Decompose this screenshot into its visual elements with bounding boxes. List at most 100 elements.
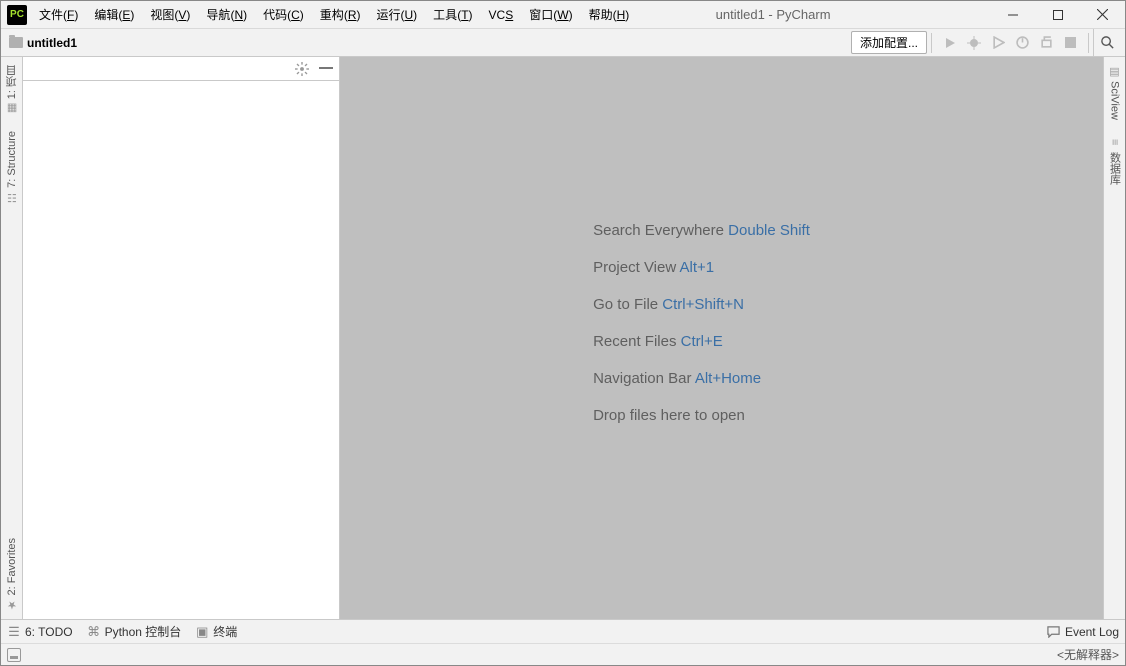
menu-run[interactable]: 运行(U) [369,3,424,26]
close-button[interactable] [1080,1,1125,29]
menu-label: 文件 [39,8,63,22]
tip-project-view: Project View Alt+1 [593,259,810,276]
mnemonic: N [234,8,243,22]
breadcrumb[interactable]: untitled1 [5,36,77,50]
tab-todo[interactable]: ☰ 6: TODO [7,624,73,640]
run-coverage-icon[interactable] [990,35,1006,51]
tab-sciview[interactable]: ▤ SciView [1107,57,1123,128]
mnemonic: H [617,8,626,22]
python-icon: ⌘ [87,624,101,640]
tab-structure[interactable]: ☷ 7: Structure [4,123,20,212]
tool-windows-icon [7,648,21,662]
interpreter-status[interactable]: <无解释器> [1057,646,1119,663]
search-everywhere-button[interactable] [1093,29,1121,57]
hide-panel-icon[interactable] [319,67,333,70]
right-tool-strip: ▤ SciView ≡ 数据库 [1103,57,1125,619]
tab-python-console[interactable]: ⌘ Python 控制台 [87,623,182,640]
tip-shortcut: Alt+Home [695,370,761,387]
tip-search-everywhere: Search Everywhere Double Shift [593,222,810,239]
menu-vcs[interactable]: VCS [482,5,521,25]
tab-favorites[interactable]: ★ 2: Favorites [4,530,20,619]
tip-recent-files: Recent Files Ctrl+E [593,333,810,350]
close-icon [1097,9,1108,20]
tab-database[interactable]: ≡ 数据库 [1105,128,1125,193]
mnemonic: R [348,8,357,22]
main-content: ▦ 1: 项目 ☷ 7: Structure ★ 2: Favorites Se… [1,57,1125,619]
navigation-bar: untitled1 添加配置... [1,29,1125,57]
menu-file[interactable]: 文件(F) [32,3,85,26]
breadcrumb-project: untitled1 [27,36,77,50]
mnemonic: U [405,8,414,22]
project-panel [23,57,340,619]
tip-drop-files: Drop files here to open [593,407,810,424]
tab-project[interactable]: ▦ 1: 项目 [2,57,22,123]
project-panel-header [23,57,339,81]
menu-label: VCS [489,8,514,22]
tip-label: Project View [593,259,676,276]
tab-label: SciView [1109,81,1121,120]
mnemonic: F [67,8,74,22]
menu-label: 窗口 [529,8,553,22]
menu-tools[interactable]: 工具(T) [426,3,479,26]
menu-view[interactable]: 视图(V) [143,3,197,26]
tab-terminal[interactable]: ▣ 终端 [195,623,237,640]
run-config-selector[interactable]: 添加配置... [851,31,927,54]
tip-label: Drop files here to open [593,407,745,424]
left-tool-strip: ▦ 1: 项目 ☷ 7: Structure ★ 2: Favorites [1,57,23,619]
run-toolbar [936,35,1084,51]
menu-label: 工具 [433,8,457,22]
terminal-icon: ▣ [195,624,209,640]
menu-label: 重构 [320,8,344,22]
search-icon [1100,35,1115,50]
maximize-icon [1053,10,1063,20]
mnemonic: T [461,8,468,22]
menu-edit[interactable]: 编辑(E) [87,3,141,26]
star-icon: ★ [6,599,18,611]
editor-tips: Search Everywhere Double Shift Project V… [593,222,850,454]
separator [1088,33,1089,53]
bottom-toolbar: ☰ 6: TODO ⌘ Python 控制台 ▣ 终端 Event Log [1,619,1125,643]
stop-icon[interactable] [1062,35,1078,51]
tab-event-log[interactable]: Event Log [1047,625,1119,639]
menu-refactor[interactable]: 重构(R) [313,3,368,26]
title-bar: PC 文件(F) 编辑(E) 视图(V) 导航(N) 代码(C) 重构(R) 运… [1,1,1125,29]
tip-go-to-file: Go to File Ctrl+Shift+N [593,296,810,313]
event-log-icon [1047,625,1061,638]
window-controls [990,1,1125,29]
menu-window[interactable]: 窗口(W) [522,3,579,26]
tip-shortcut: Ctrl+E [681,333,723,350]
menu-code[interactable]: 代码(C) [256,3,311,26]
menu-label: 导航 [206,8,230,22]
profile-icon[interactable] [1014,35,1030,51]
status-left[interactable] [7,648,25,662]
tip-label: Go to File [593,296,658,313]
menu-label: 帮助 [589,8,613,22]
project-tree-empty [23,81,339,619]
attach-icon[interactable] [1038,35,1054,51]
tip-label: Recent Files [593,333,676,350]
window-title: untitled1 - PyCharm [636,7,990,22]
minimize-button[interactable] [990,1,1035,29]
project-icon: ▦ [6,103,18,115]
tab-label: Event Log [1065,625,1119,639]
sciview-icon: ▤ [1109,65,1121,77]
gear-icon[interactable] [295,62,309,76]
tip-shortcut: Ctrl+Shift+N [662,296,744,313]
tab-label: 1: 项目 [4,65,20,99]
folder-icon [9,37,23,48]
mnemonic: C [291,8,300,22]
tab-label: 6: TODO [25,625,73,639]
editor-area[interactable]: Search Everywhere Double Shift Project V… [340,57,1103,619]
menu-label: 视图 [150,8,174,22]
database-icon: ≡ [1109,136,1121,148]
debug-icon[interactable] [966,35,982,51]
structure-icon: ☷ [6,192,18,204]
run-icon[interactable] [942,35,958,51]
tab-label: 数据库 [1107,152,1123,185]
menu-label: 编辑 [94,8,118,22]
maximize-button[interactable] [1035,1,1080,29]
menu-help[interactable]: 帮助(H) [582,3,637,26]
menu-navigate[interactable]: 导航(N) [199,3,254,26]
tip-shortcut: Double Shift [728,222,810,239]
tip-shortcut: Alt+1 [680,259,715,276]
